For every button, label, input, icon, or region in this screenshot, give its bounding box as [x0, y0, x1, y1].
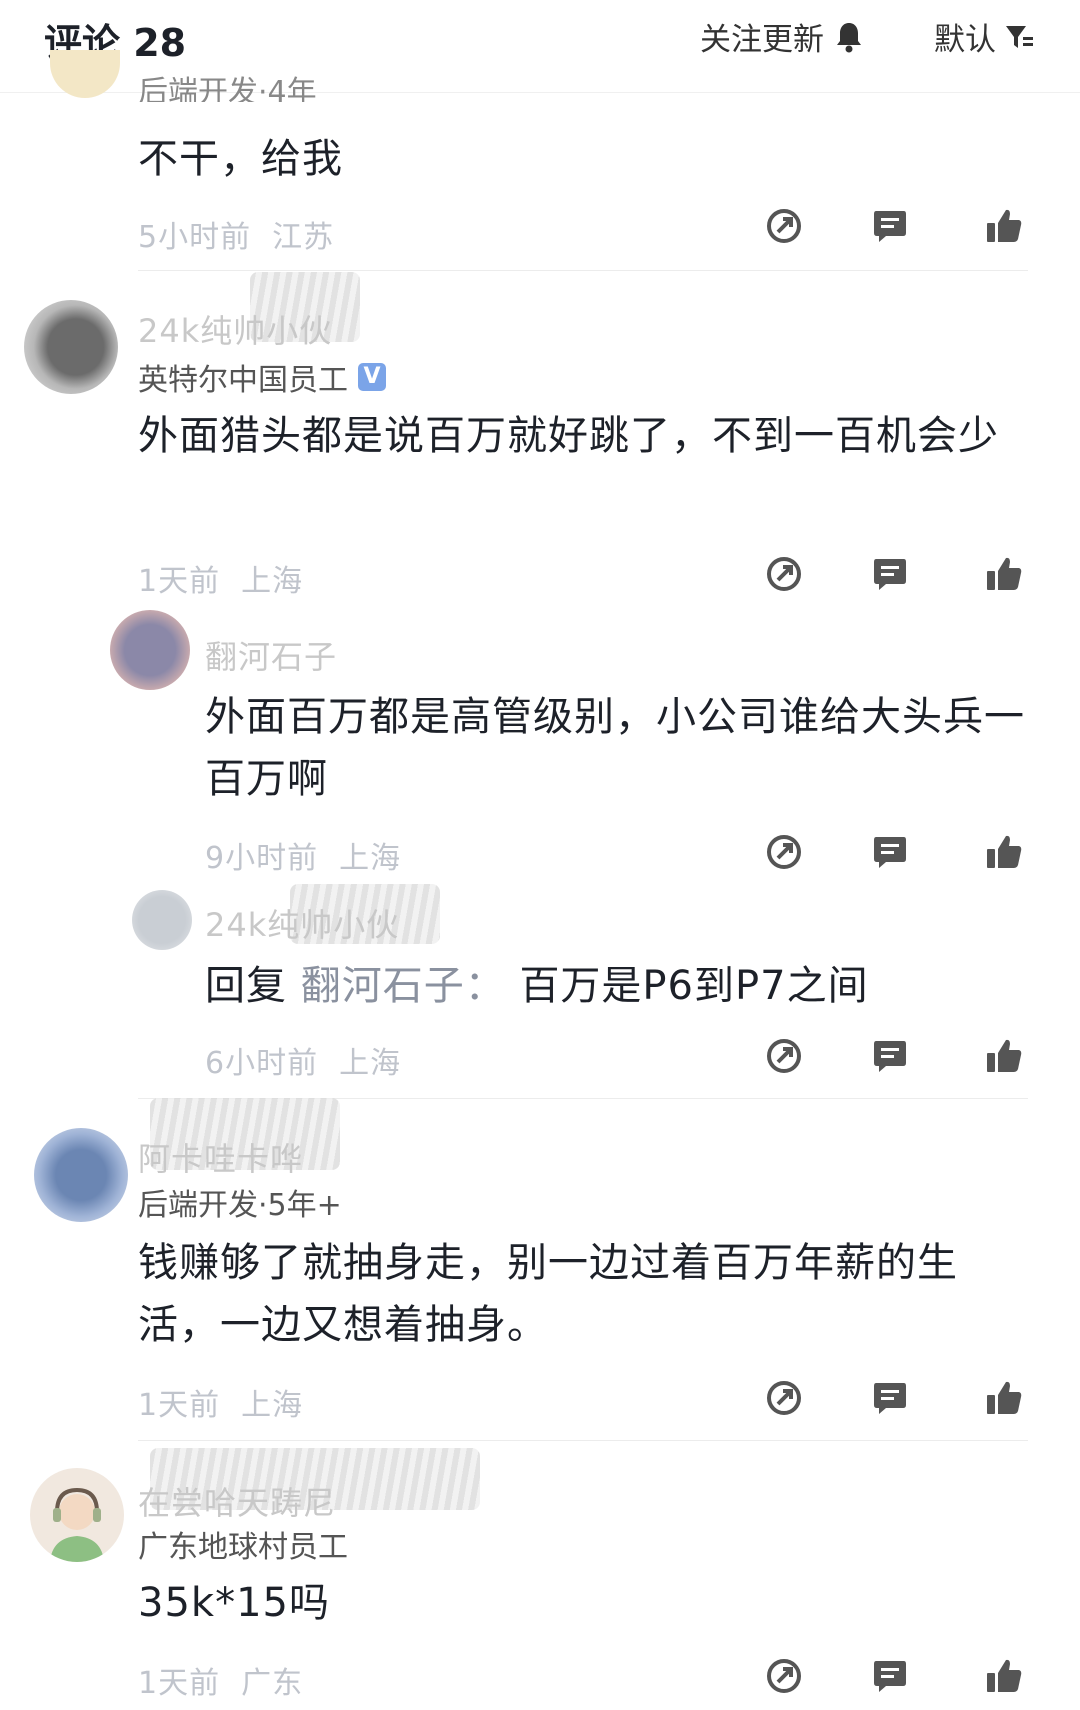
divider [138, 1440, 1028, 1441]
thumbs-up-icon[interactable] [984, 832, 1024, 872]
filter-icon [1004, 22, 1034, 52]
reply-body: 百万是P6到P7之间 [519, 963, 869, 1009]
share-icon[interactable] [764, 206, 804, 246]
avatar-illustration [50, 1487, 104, 1562]
share-icon[interactable] [764, 832, 804, 872]
comment-timestamp: 1天前 上海 [138, 1388, 304, 1423]
author-subtitle: 英特尔中国员工 V [138, 355, 386, 399]
avatar[interactable] [110, 610, 190, 690]
divider [138, 270, 1028, 271]
username[interactable]: 24k纯帅小伙 [205, 900, 399, 946]
comment-text: 回复 翻河石子： 百万是P6到P7之间 [205, 955, 1025, 1017]
follow-updates-label: 关注更新 [700, 22, 824, 58]
share-icon[interactable] [764, 554, 804, 594]
username[interactable]: 翻河石子 [205, 632, 337, 678]
comment-timestamp: 1天前 上海 [138, 564, 304, 599]
author-subtitle: 后端开发·4年 [138, 76, 317, 102]
comment-icon[interactable] [870, 1656, 910, 1696]
author-subtitle: 后端开发·5年+ [138, 1188, 342, 1223]
comment-timestamp: 1天前 广东 [138, 1666, 304, 1701]
comment-timestamp: 5小时前 江苏 [138, 220, 335, 255]
comment-icon[interactable] [870, 1036, 910, 1076]
follow-updates-button[interactable]: 关注更新 [700, 14, 864, 59]
thumbs-up-icon[interactable] [984, 554, 1024, 594]
avatar[interactable] [34, 1128, 128, 1222]
sort-label: 默认 [934, 22, 996, 58]
comment-icon[interactable] [870, 206, 910, 246]
username[interactable]: 在尝哈天踌尼 [138, 1478, 336, 1524]
comment-text: 不干，给我 [138, 136, 343, 182]
username[interactable]: 24k纯帅小伙 [138, 306, 332, 352]
comment-text: 外面猎头都是说百万就好跳了，不到一百机会少 [138, 413, 999, 459]
comment-timestamp: 6小时前 上海 [205, 1046, 402, 1081]
share-icon[interactable] [764, 1378, 804, 1418]
avatar[interactable] [24, 300, 118, 394]
avatar[interactable] [132, 890, 192, 950]
comment-icon[interactable] [870, 554, 910, 594]
reply-mention[interactable]: 翻河石子： [301, 963, 506, 1009]
share-icon[interactable] [764, 1656, 804, 1696]
thumbs-up-icon[interactable] [984, 206, 1024, 246]
author-subtitle: 广东地球村员工 [138, 1530, 348, 1565]
comment-icon[interactable] [870, 1378, 910, 1418]
bell-icon [834, 21, 864, 53]
comment-text: 35k*15吗 [138, 1580, 330, 1626]
thumbs-up-icon[interactable] [984, 1378, 1024, 1418]
comment-timestamp: 9小时前 上海 [205, 841, 402, 876]
comment-icon[interactable] [870, 832, 910, 872]
thumbs-up-icon[interactable] [984, 1036, 1024, 1076]
sort-dropdown[interactable]: 默认 [934, 14, 1034, 59]
avatar[interactable] [30, 1468, 124, 1562]
reply-prefix: 回复 [205, 963, 287, 1009]
comment-text: 钱赚够了就抽身走，别一边过着百万年薪的生活，一边又想着抽身。 [138, 1240, 958, 1348]
share-icon[interactable] [764, 1036, 804, 1076]
verified-badge: V [358, 363, 386, 391]
comment-text: 外面百万都是高管级别，小公司谁给大头兵一百万啊 [205, 694, 1025, 802]
username[interactable]: 阿卡哇卡哗 [138, 1134, 303, 1180]
thumbs-up-icon[interactable] [984, 1656, 1024, 1696]
